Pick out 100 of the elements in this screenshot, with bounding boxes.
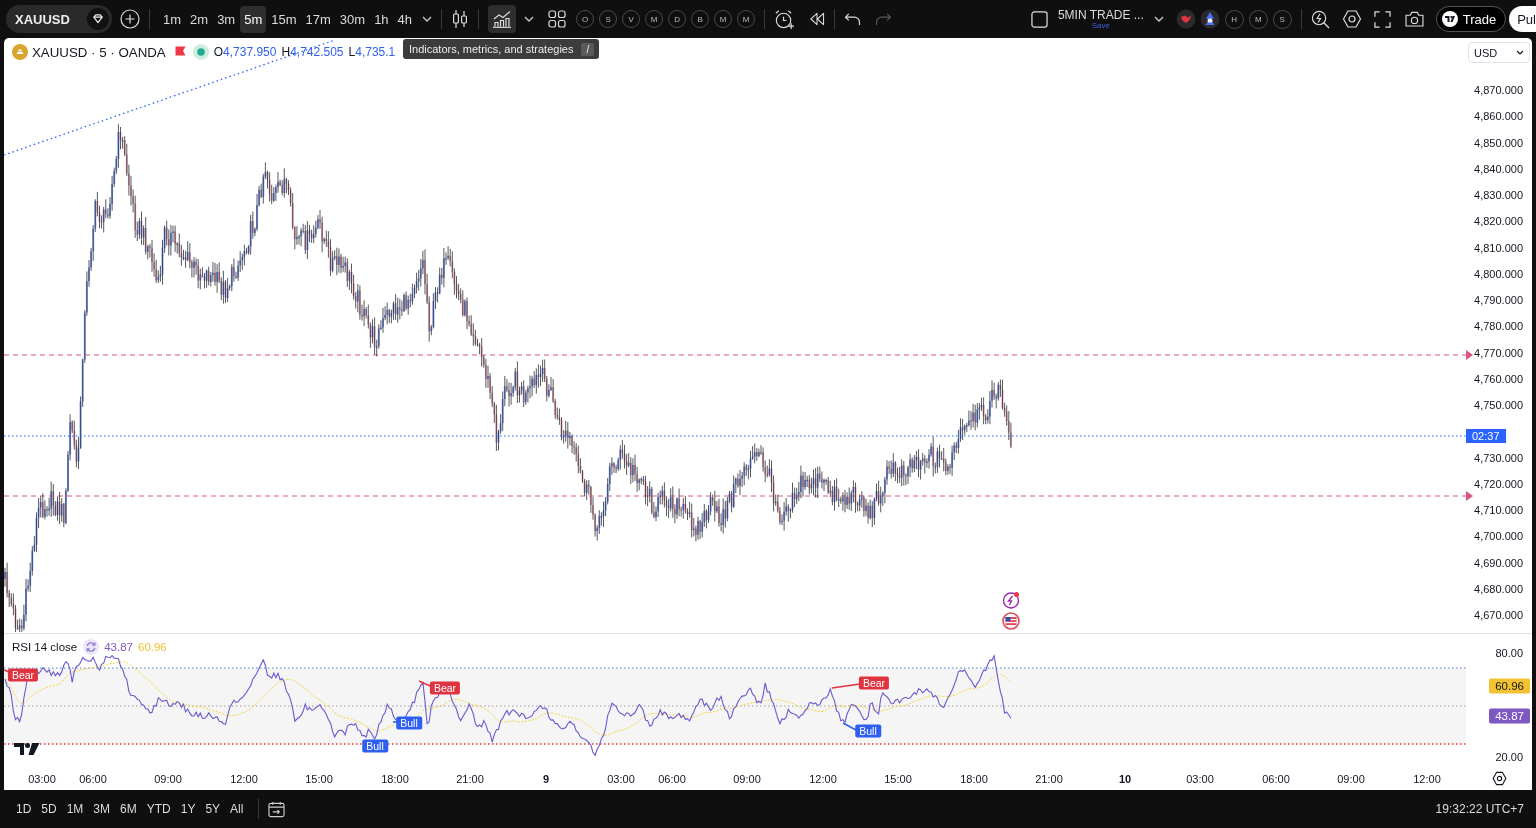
price-axis-label: 4,870.000: [1474, 83, 1523, 97]
camera-icon[interactable]: [1404, 11, 1424, 27]
value-label: 43.87: [1489, 708, 1530, 723]
save-status: Save: [1091, 21, 1110, 30]
interval-tab[interactable]: 4h: [393, 5, 417, 33]
range-button[interactable]: 1D: [12, 797, 36, 821]
range-button[interactable]: 5D: [37, 797, 61, 821]
interval-tab[interactable]: 1m: [159, 5, 186, 33]
symbol-search-button[interactable]: XAUUSD: [6, 5, 112, 33]
price-axis-label: 4,720.000: [1474, 477, 1523, 491]
time-axis-label: 10: [1118, 772, 1132, 785]
bull-label: Bull: [396, 716, 422, 730]
currency-dropdown[interactable]: USD: [1468, 42, 1530, 63]
trade-button[interactable]: Trade: [1435, 6, 1507, 32]
divergence-line: [831, 683, 861, 689]
price-axis-label: 4,830.000: [1474, 188, 1523, 202]
interval-tab[interactable]: 5m: [240, 5, 267, 33]
time-axis-label: 15:00: [305, 772, 333, 785]
bull-label: Bull: [362, 739, 388, 753]
time-axis-label: 09:00: [733, 772, 761, 785]
time-axis-label: 12:00: [809, 772, 837, 785]
lightning-search-icon[interactable]: [1310, 9, 1330, 29]
price-axis-label: 4,690.000: [1474, 556, 1523, 569]
settings-icon[interactable]: [1492, 771, 1507, 786]
price-axis-label: 4,710.000: [1474, 503, 1523, 517]
price-axis-label: 4,780.000: [1474, 319, 1523, 333]
interval-tab[interactable]: 1h: [370, 5, 393, 33]
price-axis-label: 4,730.000: [1474, 451, 1523, 464]
refresh-icon[interactable]: [83, 639, 100, 655]
calendar-icon[interactable]: [268, 800, 286, 818]
interval-tab[interactable]: 3m: [213, 5, 240, 33]
price-axis-label: 4,750.000: [1474, 398, 1523, 412]
flag-icon[interactable]: [174, 46, 186, 58]
flag-icon[interactable]: [1002, 612, 1020, 630]
range-button[interactable]: All: [226, 797, 248, 821]
clock-text[interactable]: 19:32:22 UTC+7: [1435, 802, 1524, 816]
horizontal-line[interactable]: [4, 495, 1466, 497]
logo-icon: [14, 742, 40, 756]
countdown-label: 02:37: [1466, 429, 1506, 443]
price-axis-label: 4,760.000: [1474, 372, 1523, 386]
time-axis-label: 15:00: [884, 772, 912, 785]
plus-circle-icon[interactable]: [120, 9, 140, 29]
alarm-clock-icon[interactable]: [774, 8, 796, 30]
indicator-title[interactable]: RSI 14 close: [12, 641, 78, 653]
time-axis-label: 12:00: [230, 772, 258, 785]
time-axis-label: 09:00: [1337, 772, 1365, 785]
value-label: 60.96: [1489, 678, 1530, 694]
range-button[interactable]: 3M: [89, 797, 115, 821]
rewind-icon[interactable]: [809, 12, 826, 26]
range-button[interactable]: YTD: [142, 797, 175, 821]
range-button[interactable]: 5Y: [201, 797, 225, 821]
range-button[interactable]: 1M: [62, 797, 88, 821]
time-axis-label: 21:00: [456, 772, 484, 785]
price-axis-label: 4,670.000: [1474, 608, 1523, 622]
square-icon[interactable]: [1030, 10, 1048, 28]
price-axis-label: 4,840.000: [1474, 162, 1523, 176]
chevron-down-icon[interactable]: [422, 16, 433, 22]
price-axis-label: 4,680.000: [1474, 582, 1523, 596]
price-axis-label: 4,800.000: [1474, 267, 1523, 281]
tooltip-text: Indicators, metrics, and strategies: [409, 43, 574, 55]
bull-label: Bull: [855, 724, 881, 738]
price-axis-label: 4,700.000: [1474, 529, 1523, 543]
indicator-value: 60.96: [138, 641, 167, 653]
time-axis-label: 09:00: [154, 772, 182, 785]
bear-label: Bear: [429, 681, 461, 695]
fullscreen-icon[interactable]: [1373, 10, 1391, 28]
shortcut-key: /: [581, 42, 595, 56]
interval-tab[interactable]: 30m: [335, 5, 370, 33]
chevron-down-icon[interactable]: [1153, 16, 1164, 22]
lightning-icon[interactable]: [1002, 591, 1020, 609]
interval-tab[interactable]: 17m: [301, 5, 335, 33]
logo-icon: [1441, 11, 1458, 27]
chart-icon: [492, 10, 513, 28]
candlestick-icon[interactable]: [451, 9, 470, 29]
avatar-icon[interactable]: [1199, 9, 1220, 29]
range-button[interactable]: 1Y: [176, 797, 200, 821]
indicator-value: 43.87: [104, 641, 133, 653]
layout-grid-icon[interactable]: [548, 10, 567, 28]
symbol-title[interactable]: XAUUSD · 5 · OANDA: [32, 44, 166, 60]
price-axis-label: 4,810.000: [1474, 241, 1523, 254]
publish-button[interactable]: Pul: [1509, 6, 1536, 32]
range-button[interactable]: 6M: [116, 797, 141, 821]
ohlc-value: O4,737.950: [213, 45, 277, 59]
bear-label: Bear: [7, 668, 39, 682]
interval-tab[interactable]: 15m: [267, 5, 301, 33]
price-axis-label: 4,850.000: [1474, 136, 1523, 149]
time-axis-label: 12:00: [1413, 772, 1441, 785]
layout-menu-button[interactable]: 5MIN TRADE ... Save: [1057, 8, 1144, 30]
rsi-axis-label: 80.00: [1495, 646, 1523, 660]
price-axis-label: 4,820.000: [1474, 214, 1523, 228]
triangle-marker-icon: [1466, 491, 1473, 501]
interval-tab[interactable]: 2m: [186, 5, 213, 33]
triangle-marker-icon: [1466, 350, 1473, 360]
indicators-button[interactable]: [488, 5, 517, 33]
time-axis-label: 03:00: [28, 772, 56, 785]
ohlc-value: H4,742.505: [281, 45, 344, 59]
price-axis-label: 4,790.000: [1474, 293, 1523, 307]
undo-icon[interactable]: [844, 12, 862, 26]
chevron-down-icon[interactable]: [524, 16, 535, 22]
bear-label: Bear: [858, 676, 890, 690]
